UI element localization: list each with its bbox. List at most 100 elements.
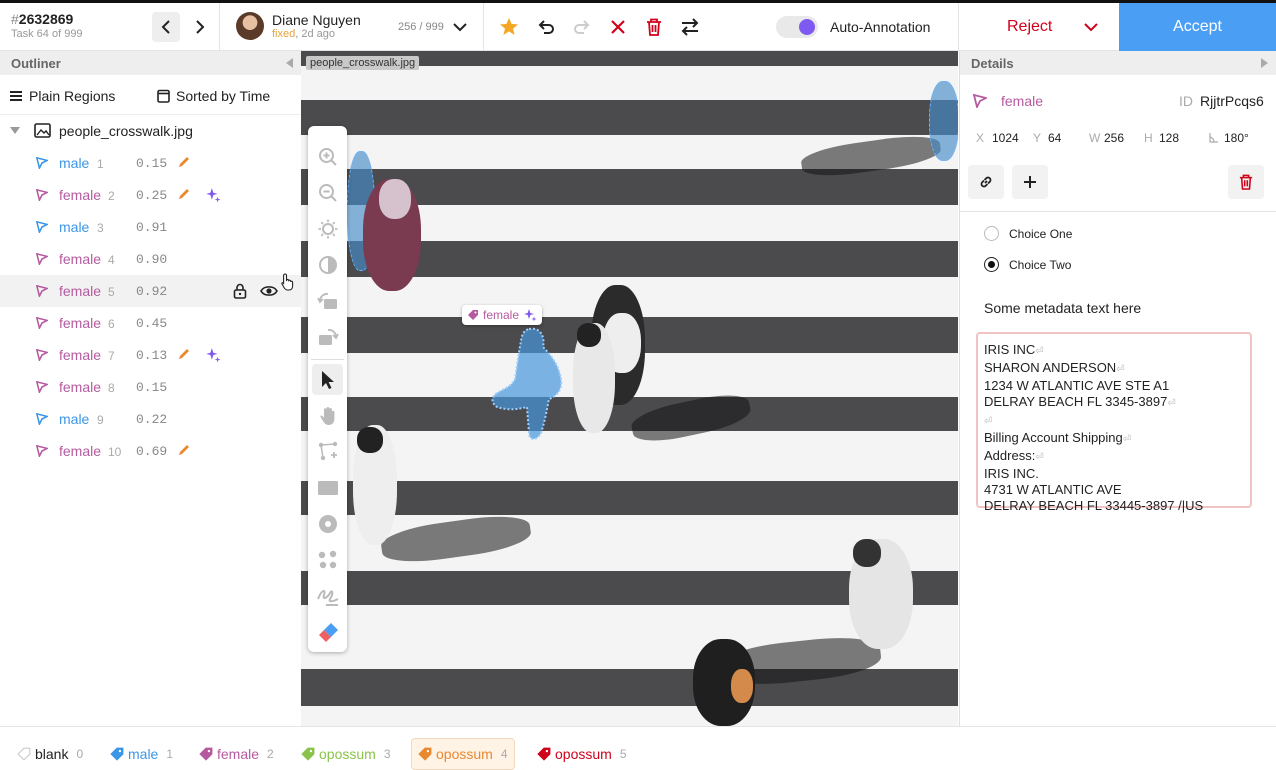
collapse-right-icon[interactable] xyxy=(1261,58,1268,68)
zoom-out-button[interactable] xyxy=(312,177,343,208)
region-row[interactable]: female 2 0.25 xyxy=(0,179,301,211)
mouse-cursor-icon xyxy=(281,273,294,291)
annotations-dropdown[interactable] xyxy=(452,19,468,38)
line-break-icon: ⏎ xyxy=(1035,452,1044,463)
region-row[interactable]: female 4 0.90 xyxy=(0,243,301,275)
undo-button[interactable] xyxy=(536,17,556,37)
region-male-overlay[interactable] xyxy=(929,81,958,161)
delete-all-button[interactable] xyxy=(644,17,664,37)
lock-icon[interactable] xyxy=(233,283,247,299)
divider xyxy=(960,211,1276,212)
zoom-in-button[interactable] xyxy=(312,141,343,172)
pencil-icon xyxy=(179,157,189,167)
y-value[interactable]: 64 xyxy=(1048,131,1061,145)
brightness-button[interactable] xyxy=(312,213,343,244)
redo-button[interactable] xyxy=(572,17,592,37)
undo-icon xyxy=(538,20,554,34)
auto-annotation-toggle[interactable] xyxy=(776,16,818,38)
tag-icon xyxy=(17,747,31,761)
keypoints-icon xyxy=(318,550,336,568)
eraser-tool-button[interactable] xyxy=(312,616,343,647)
choice-one-option[interactable]: Choice One xyxy=(984,226,1072,241)
w-label: W xyxy=(1089,131,1101,145)
x-value[interactable]: 1024 xyxy=(992,131,1019,145)
choice-two-label: Choice Two xyxy=(1009,257,1072,272)
label-chip-female[interactable]: female 2 xyxy=(193,738,280,770)
rotate-right-button[interactable] xyxy=(312,321,343,352)
label-chip-opossum[interactable]: opossum 5 xyxy=(531,738,633,770)
sort-label: Sorted by Time xyxy=(176,88,271,104)
previous-task-button[interactable] xyxy=(152,12,180,42)
group-by-button[interactable]: Plain Regions xyxy=(10,88,115,104)
region-score: 0.25 xyxy=(136,188,168,203)
task-id: #2632869 xyxy=(11,11,74,27)
polygon-icon xyxy=(318,441,337,460)
region-row[interactable]: female 10 0.69 xyxy=(0,435,301,467)
file-node[interactable]: people_crosswalk.jpg xyxy=(0,115,301,147)
radio-unchecked[interactable] xyxy=(984,226,999,241)
textarea-line: DELRAY BEACH FL 33445-3897 /|US xyxy=(984,498,1244,514)
pedestrian-head xyxy=(853,539,881,567)
collapse-left-icon[interactable] xyxy=(286,58,293,68)
textarea-line-text: DELRAY BEACH FL 33445-3897 /|US xyxy=(984,498,1204,513)
w-value[interactable]: 256 xyxy=(1104,131,1124,145)
delete-region-button[interactable] xyxy=(1228,165,1264,199)
annotator-info[interactable]: Diane Nguyen fixed, 2d ago xyxy=(236,12,361,40)
sort-button[interactable]: Sorted by Time xyxy=(157,88,270,104)
select-tool-button[interactable] xyxy=(312,364,343,395)
h-value[interactable]: 128 xyxy=(1159,131,1179,145)
textarea-line: Billing Account Shipping⏎ xyxy=(984,430,1244,448)
rotate-left-icon xyxy=(316,292,337,309)
contrast-button[interactable] xyxy=(312,249,343,280)
region-row[interactable]: female 8 0.15 xyxy=(0,371,301,403)
rectangle-tool-button[interactable] xyxy=(312,472,343,503)
eye-icon[interactable] xyxy=(260,284,278,298)
label-chip-opossum[interactable]: opossum 3 xyxy=(295,738,397,770)
region-row[interactable]: female 6 0.45 xyxy=(0,307,301,339)
ellipse-tool-button[interactable] xyxy=(312,508,343,539)
region-row[interactable]: male 9 0.22 xyxy=(0,403,301,435)
label-chip-male[interactable]: male 1 xyxy=(104,738,179,770)
region-row[interactable]: female 7 0.13 xyxy=(0,339,301,371)
region-row[interactable]: male 3 0.91 xyxy=(0,211,301,243)
image-canvas[interactable]: female people_crosswalk.jpg xyxy=(301,51,958,726)
radio-checked[interactable] xyxy=(984,257,999,272)
brush-tool-button[interactable] xyxy=(312,580,343,611)
polygon-label-icon xyxy=(36,253,48,265)
divider xyxy=(483,3,484,51)
star-icon xyxy=(500,18,518,35)
address-textarea[interactable]: IRIS INC⏎ SHARON ANDERSON⏎ 1234 W ATLANTIC… xyxy=(976,332,1252,513)
keypoint-tool-button[interactable] xyxy=(312,544,343,575)
textarea-line-text: 4731 W ATLANTIC AVE xyxy=(984,482,1122,497)
selected-region-female[interactable] xyxy=(489,325,567,443)
toolbar-divider xyxy=(311,359,344,360)
region-index: 6 xyxy=(108,317,115,331)
label-chip-blank[interactable]: blank 0 xyxy=(11,738,89,770)
sparkle-icon xyxy=(206,348,221,363)
brush-icon xyxy=(316,589,338,606)
polygon-label-icon xyxy=(973,94,987,108)
add-button[interactable] xyxy=(1012,165,1048,199)
label-chip-opossum[interactable]: opossum 4 xyxy=(411,738,515,770)
rotate-left-button[interactable] xyxy=(312,285,343,316)
region-index: 7 xyxy=(108,349,115,363)
pan-tool-button[interactable] xyxy=(312,400,343,431)
region-label-chip[interactable]: female xyxy=(462,305,543,325)
link-button[interactable] xyxy=(968,165,1004,199)
star-button[interactable] xyxy=(499,17,519,37)
region-row[interactable]: male 1 0.15 xyxy=(0,147,301,179)
choice-two-option[interactable]: Choice Two xyxy=(984,257,1071,272)
reset-button[interactable] xyxy=(608,17,628,37)
accept-button[interactable]: Accept xyxy=(1119,3,1276,51)
textarea-line-text: SHARON ANDERSON xyxy=(984,360,1117,375)
region-label: female xyxy=(59,187,102,203)
region-score: 0.90 xyxy=(136,252,168,267)
expand-caret-icon[interactable] xyxy=(10,127,20,134)
reject-options-button[interactable] xyxy=(1083,19,1099,38)
polygon-label-icon xyxy=(36,317,48,329)
next-task-button[interactable] xyxy=(186,12,214,42)
polygon-tool-button[interactable] xyxy=(312,436,343,467)
swap-button[interactable] xyxy=(680,17,700,37)
region-row[interactable]: female 5 0.92 xyxy=(0,275,301,307)
angle-value[interactable]: 180° xyxy=(1224,131,1249,145)
